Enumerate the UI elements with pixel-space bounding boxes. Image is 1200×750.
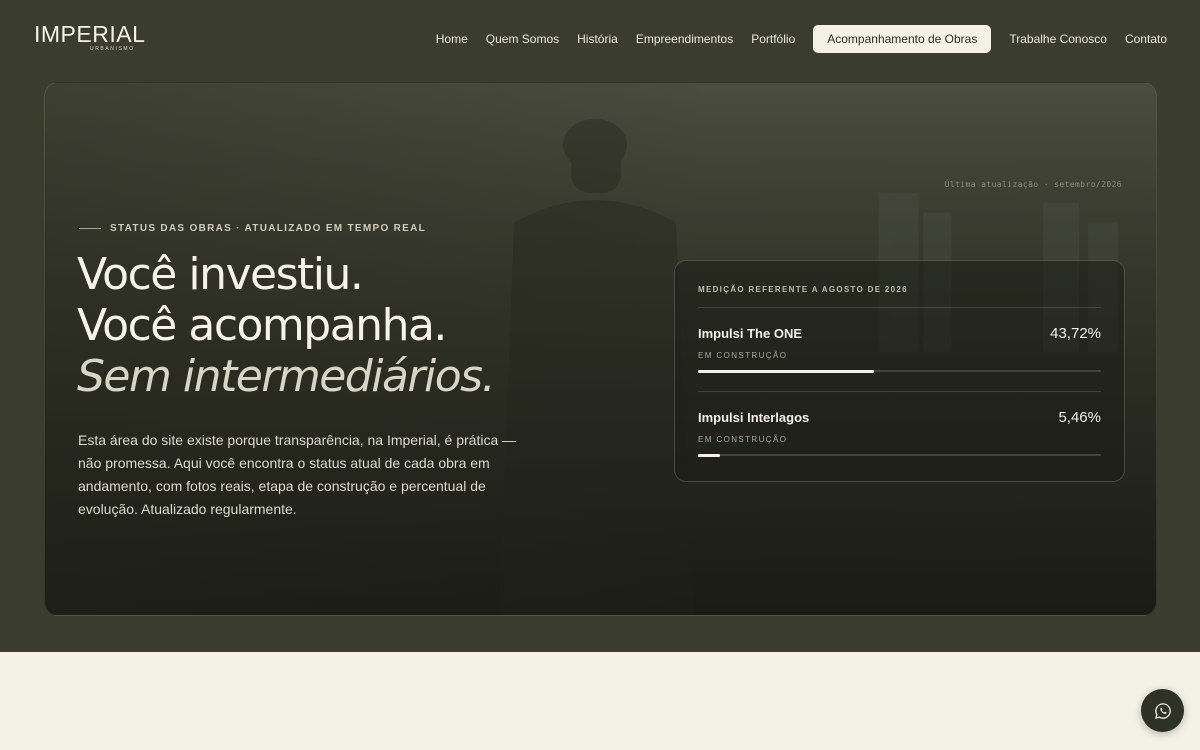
hero-intro: Esta área do site existe porque transpar… — [78, 432, 517, 517]
nav-contato[interactable]: Contato — [1125, 32, 1167, 46]
nav-empreendimentos[interactable]: Empreendimentos — [636, 32, 733, 46]
nav-home[interactable]: Home — [436, 32, 468, 46]
headline-line-2: Você acompanha. — [77, 300, 447, 351]
project-status: EM CONSTRUÇÃO — [698, 351, 788, 360]
nav-portfolio[interactable]: Portfólio — [751, 32, 795, 46]
project-percent: 5,46% — [1058, 409, 1101, 426]
project-row-head: Impulsi The ONE 43,72% — [698, 325, 1101, 342]
nav-trabalhe-conosco[interactable]: Trabalhe Conosco — [1009, 32, 1107, 46]
hero-eyebrow: STATUS DAS OBRAS · ATUALIZADO EM TEMPO R… — [79, 223, 426, 234]
project-row[interactable]: Impulsi The ONE 43,72% EM CONSTRUÇÃO — [698, 307, 1101, 391]
imperial-logo[interactable]: IMPERIAL URBANISMO — [34, 21, 146, 52]
whatsapp-button[interactable] — [1141, 689, 1184, 732]
next-section — [0, 652, 1200, 750]
nav-acompanhamento-de-obras[interactable]: Acompanhamento de Obras — [813, 25, 992, 53]
progress-bar-fill — [698, 369, 875, 373]
progress-card: MEDIÇÃO REFERENTE A AGOSTO DE 2026 Impul… — [674, 260, 1125, 482]
eyebrow-text: STATUS DAS OBRAS · ATUALIZADO EM TEMPO R… — [110, 223, 427, 234]
progress-bar — [698, 453, 1101, 457]
project-name: Impulsi Interlagos — [698, 410, 810, 425]
project-name: Impulsi The ONE — [698, 326, 803, 341]
last-update-stamp: Última atualização · setembro/2026 — [944, 180, 1122, 189]
main-nav: Home Quem Somos História Empreendimentos… — [418, 25, 1167, 53]
progress-bar-fill — [698, 453, 720, 457]
hero-headline: Você investiu. Você acompanha. Sem inter… — [77, 249, 496, 402]
headline-line-3: Sem intermediários. — [77, 351, 496, 402]
project-percent: 43,72% — [1050, 325, 1101, 342]
whatsapp-icon — [1154, 702, 1171, 719]
eyebrow-divider — [79, 228, 101, 229]
progress-bar — [698, 369, 1101, 373]
project-status: EM CONSTRUÇÃO — [698, 435, 788, 444]
headline-line-1: Você investiu. — [77, 249, 364, 300]
project-row[interactable]: Impulsi Interlagos 5,46% EM CONSTRUÇÃO — [698, 391, 1101, 475]
project-row-head: Impulsi Interlagos 5,46% — [698, 409, 1101, 426]
nav-quem-somos[interactable]: Quem Somos — [486, 32, 559, 46]
site-header: IMPERIAL URBANISMO Home Quem Somos Histó… — [0, 0, 1200, 80]
nav-historia[interactable]: História — [577, 32, 618, 46]
logo-wordmark: IMPERIAL — [34, 21, 146, 47]
logo-subtitle: URBANISMO — [90, 46, 135, 52]
progress-card-label: MEDIÇÃO REFERENTE A AGOSTO DE 2026 — [698, 285, 908, 294]
hero-section: Última atualização · setembro/2026 STATU… — [44, 82, 1157, 616]
